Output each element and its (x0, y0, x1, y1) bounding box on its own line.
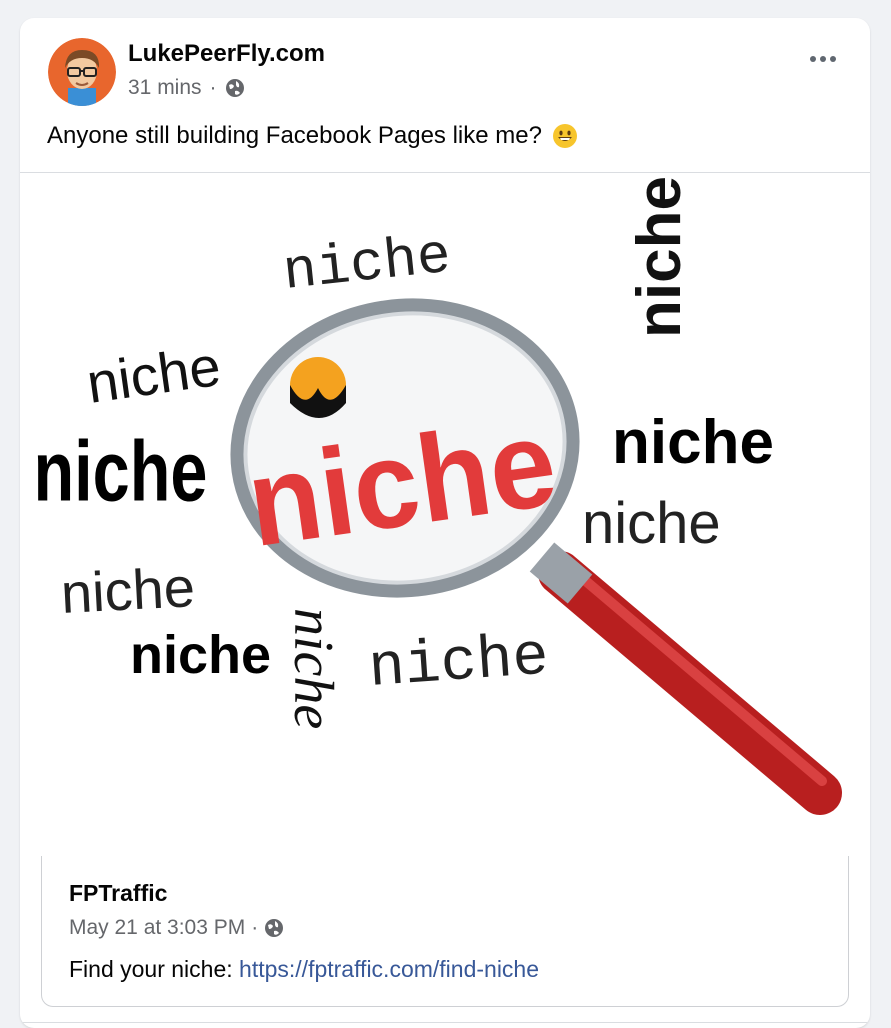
grinning-face-emoji (552, 124, 577, 148)
meta-separator: · (209, 76, 217, 99)
shared-post[interactable]: FPTraffic May 21 at 3:03 PM · Find your … (41, 856, 849, 1007)
post-text: Anyone still building Facebook Pages lik… (47, 122, 578, 150)
post-text-content: Anyone still building Facebook Pages lik… (47, 122, 542, 149)
divider (20, 1022, 870, 1023)
niche-word: niche (130, 625, 271, 685)
niche-word: niche (582, 491, 721, 556)
shared-author[interactable]: FPTraffic (69, 880, 167, 907)
shared-meta: May 21 at 3:03 PM · (69, 916, 284, 940)
niche-word: niche (612, 408, 774, 477)
post-image[interactable]: niche niche niche niche niche niche nich… (20, 173, 870, 857)
shared-link[interactable]: https://fptraffic.com/find-niche (239, 956, 539, 982)
post-card: LukePeerFly.com 31 mins · Anyone still b… (20, 18, 870, 1028)
post-author[interactable]: LukePeerFly.com (128, 40, 325, 68)
shared-time[interactable]: May 21 at 3:03 PM (69, 916, 245, 940)
post-meta: 31 mins · (128, 76, 245, 100)
shared-text: Find your niche: https://fptraffic.com/f… (69, 956, 539, 983)
niche-word: niche (34, 425, 208, 520)
author-avatar[interactable] (48, 38, 116, 106)
shared-text-prefix: Find your niche: (69, 956, 240, 982)
post-time[interactable]: 31 mins (128, 76, 202, 100)
niche-word: niche (282, 608, 344, 729)
meta-separator: · (251, 916, 259, 939)
globe-icon[interactable] (225, 78, 245, 98)
globe-icon[interactable] (264, 918, 284, 938)
niche-word: niche (367, 624, 551, 704)
more-options-icon[interactable] (810, 56, 836, 62)
niche-word: niche (625, 176, 694, 338)
niche-word: niche (59, 555, 196, 625)
